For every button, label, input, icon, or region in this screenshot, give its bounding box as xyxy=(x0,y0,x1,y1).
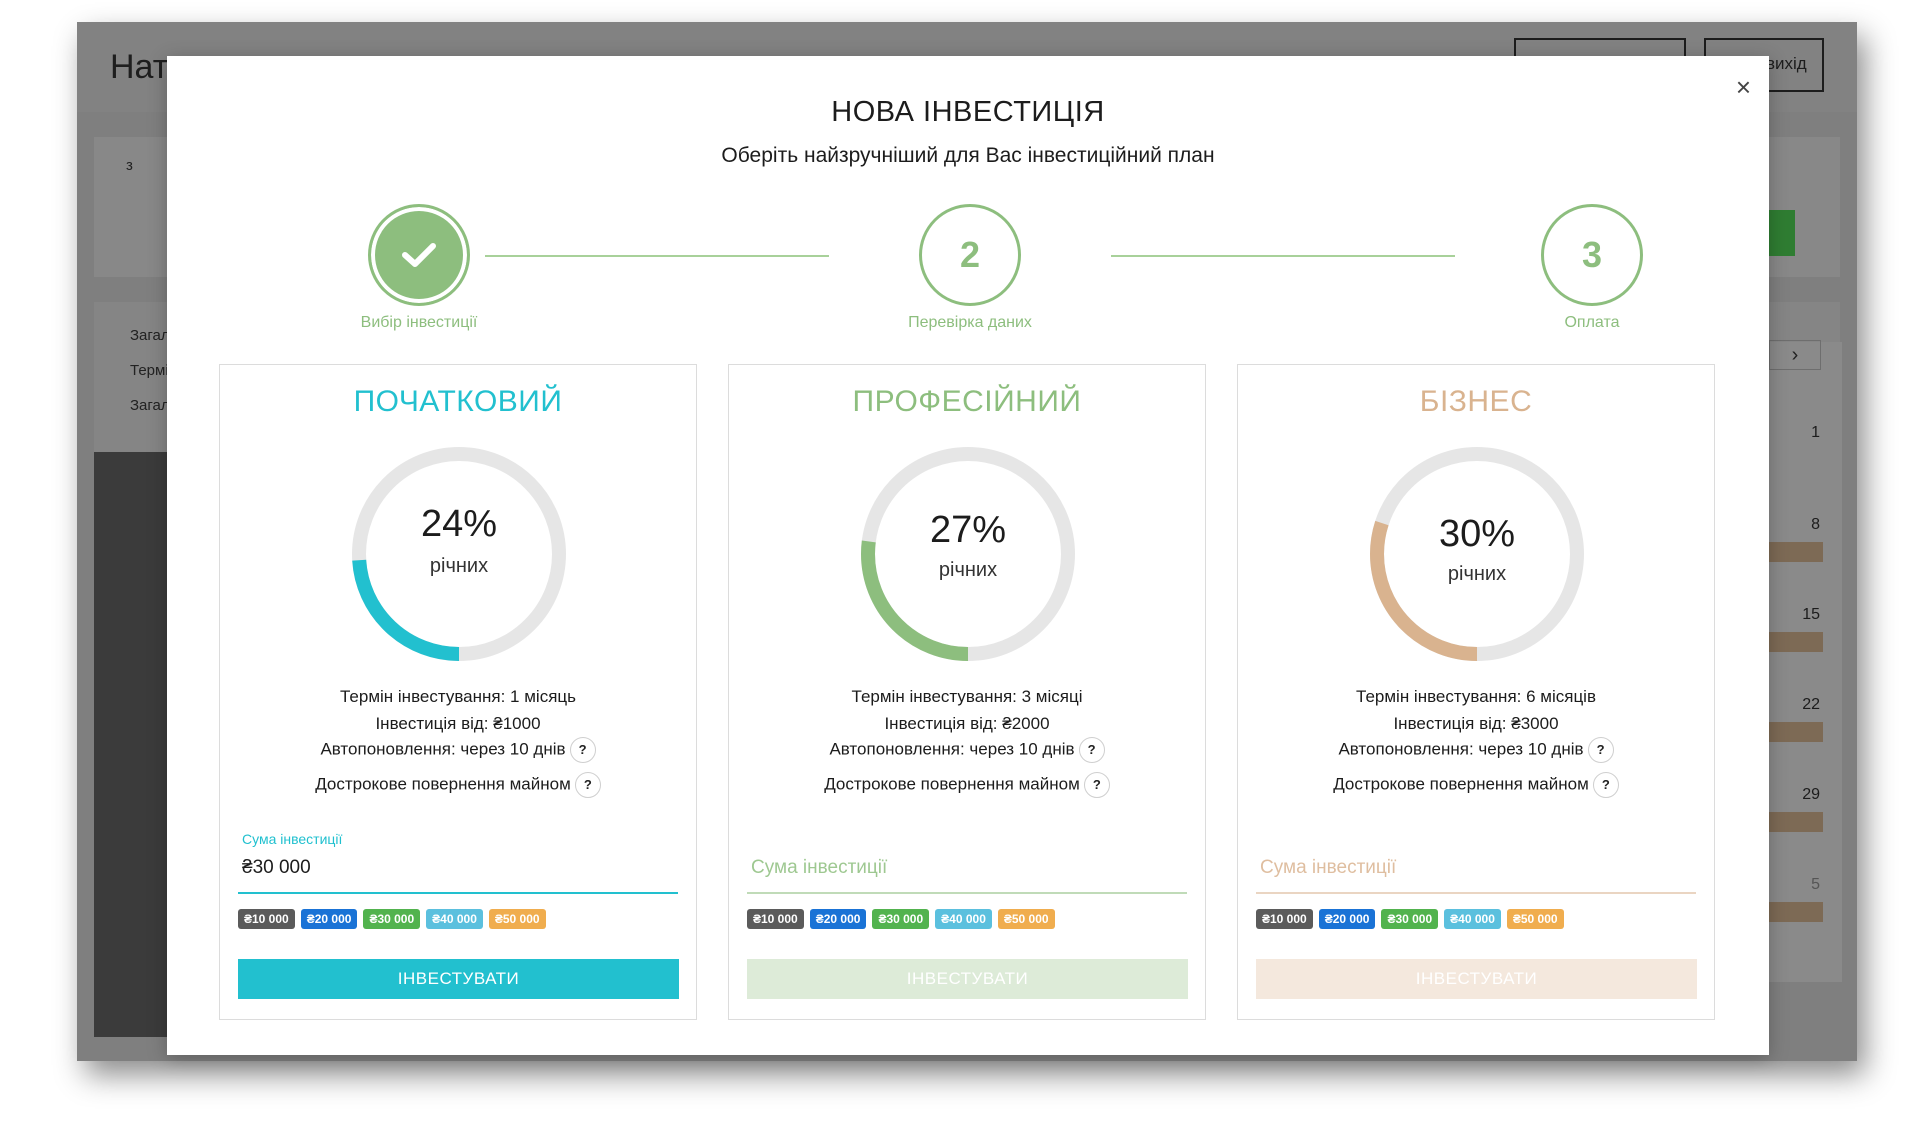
calendar-day: 29 xyxy=(1802,786,1820,803)
step-connector xyxy=(485,255,829,257)
preset-chip[interactable]: ₴50 000 xyxy=(488,909,546,929)
plan-auto-text: Автопоновлення: через 10 днів xyxy=(1338,739,1584,759)
plan-term: Термін інвестування: 3 місяці xyxy=(851,687,1083,706)
plan-min: Інвестиція від: ₴2000 xyxy=(884,714,1050,733)
plan-auto: Автопоновлення: через 10 днів? xyxy=(729,737,1205,763)
step-1: Вибір інвестиції xyxy=(339,204,499,332)
calendar-day: 1 xyxy=(1811,424,1820,441)
calendar-column: 1 8 15 22 29 5 xyxy=(1767,342,1842,982)
plan-title: ПОЧАТКОВИЙ xyxy=(353,385,563,418)
calendar-bar xyxy=(1767,722,1823,742)
rate-donut xyxy=(352,447,566,661)
preset-chip[interactable]: ₴40 000 xyxy=(426,909,483,929)
amount-input[interactable]: Сума інвестиції xyxy=(1260,857,1396,879)
plan-card-professional: ПРОФЕСІЙНИЙ 27% річних Термін інвестуван… xyxy=(728,364,1206,1020)
rate-unit: річних xyxy=(429,555,489,577)
checkmark-icon xyxy=(368,204,470,306)
preset-chip[interactable]: ₴20 000 xyxy=(809,909,867,929)
calendar-day: 5 xyxy=(1811,876,1820,893)
rate-percent: 27% xyxy=(929,509,1007,551)
step-connector xyxy=(1111,255,1455,257)
modal-title: НОВА ІНВЕСТИЦІЯ xyxy=(831,96,1105,128)
plan-early: Дострокове повернення майном? xyxy=(729,772,1205,798)
help-icon[interactable]: ? xyxy=(1587,737,1614,763)
calendar-bar xyxy=(1767,632,1823,652)
rate-ring: 24% річних xyxy=(348,443,570,665)
preset-chip[interactable]: ₴20 000 xyxy=(1318,909,1376,929)
calendar-bar xyxy=(1767,902,1823,922)
rate-ring: 30% річних xyxy=(1366,443,1588,665)
plan-early-text: Дострокове повернення майном xyxy=(1333,774,1589,794)
chevron-right-icon[interactable]: › xyxy=(1769,340,1821,370)
plan-auto-text: Автопоновлення: через 10 днів xyxy=(829,739,1075,759)
plan-auto: Автопоновлення: через 10 днів? xyxy=(1238,737,1714,763)
rate-ring: 27% річних xyxy=(857,443,1079,665)
calendar-bar xyxy=(1767,812,1823,832)
step-3: 3 Оплата xyxy=(1512,204,1672,332)
rate-unit: річних xyxy=(938,559,998,581)
preset-chip[interactable]: ₴40 000 xyxy=(935,909,992,929)
plan-min: Інвестиція від: ₴1000 xyxy=(375,714,541,733)
help-icon[interactable]: ? xyxy=(1592,772,1619,798)
calendar-day: 22 xyxy=(1802,696,1820,713)
preset-chip[interactable]: ₴10 000 xyxy=(238,909,295,929)
preset-chip[interactable]: ₴40 000 xyxy=(1444,909,1501,929)
preset-chip[interactable]: ₴50 000 xyxy=(1506,909,1564,929)
plan-term: Термін інвестування: 6 місяців xyxy=(1356,687,1596,706)
amount-input[interactable]: Сума інвестиції xyxy=(751,857,887,879)
plan-auto-text: Автопоновлення: через 10 днів xyxy=(320,739,566,759)
plan-early: Дострокове повернення майном? xyxy=(220,772,696,798)
step-number: 2 xyxy=(919,204,1021,306)
preset-chip[interactable]: ₴10 000 xyxy=(747,909,804,929)
calendar-day: 15 xyxy=(1802,606,1820,623)
modal-subtitle: Оберіть найзручніший для Вас інвестиційн… xyxy=(721,144,1215,167)
amount-presets: ₴10 000 ₴20 000 ₴30 000 ₴40 000 ₴50 000 xyxy=(1256,909,1564,929)
help-icon[interactable]: ? xyxy=(1078,737,1105,763)
plan-term: Термін інвестування: 1 місяць xyxy=(339,687,577,706)
preset-chip[interactable]: ₴20 000 xyxy=(300,909,358,929)
step-number: 3 xyxy=(1541,204,1643,306)
step-label: Оплата xyxy=(1564,314,1620,331)
amount-underline xyxy=(1256,892,1696,894)
preset-chip[interactable]: ₴30 000 xyxy=(872,909,930,929)
rate-unit: річних xyxy=(1447,563,1507,585)
plan-title: БІЗНЕС xyxy=(1419,385,1533,418)
amount-underline xyxy=(238,892,678,894)
rate-percent: 24% xyxy=(420,503,498,545)
amount-presets: ₴10 000 ₴20 000 ₴30 000 ₴40 000 ₴50 000 xyxy=(747,909,1055,929)
amount-input[interactable]: ₴30 000 xyxy=(242,857,311,879)
amount-presets: ₴10 000 ₴20 000 ₴30 000 ₴40 000 ₴50 000 xyxy=(238,909,546,929)
help-icon[interactable]: ? xyxy=(569,737,596,763)
plan-early-text: Дострокове повернення майном xyxy=(824,774,1080,794)
plan-early-text: Дострокове повернення майном xyxy=(315,774,571,794)
invest-button[interactable]: ІНВЕСТУВАТИ xyxy=(747,959,1188,999)
new-investment-modal: × НОВА ІНВЕСТИЦІЯ Оберіть найзручніший д… xyxy=(167,56,1769,1055)
preset-chip[interactable]: ₴30 000 xyxy=(363,909,421,929)
preset-chip[interactable]: ₴10 000 xyxy=(1256,909,1313,929)
rate-percent: 30% xyxy=(1438,513,1516,555)
preset-chip[interactable]: ₴50 000 xyxy=(997,909,1055,929)
plan-auto: Автопоновлення: через 10 днів? xyxy=(220,737,696,763)
plan-card-business: БІЗНЕС 30% річних Термін інвестування: 6… xyxy=(1237,364,1715,1020)
plan-early: Дострокове повернення майном? xyxy=(1238,772,1714,798)
plan-title: ПРОФЕСІЙНИЙ xyxy=(852,385,1082,418)
calendar-bar xyxy=(1767,542,1823,562)
step-2: 2 Перевірка даних xyxy=(890,204,1050,332)
app-title: Нат xyxy=(110,48,169,86)
step-label: Вибір інвестиції xyxy=(360,314,478,331)
plan-card-starter: ПОЧАТКОВИЙ 24% річних Термін інвестуванн… xyxy=(219,364,697,1020)
help-icon[interactable]: ? xyxy=(574,772,601,798)
panel-label: з xyxy=(126,157,133,174)
help-icon[interactable]: ? xyxy=(1083,772,1110,798)
amount-label: Сума інвестиції xyxy=(242,831,343,847)
invest-button[interactable]: ІНВЕСТУВАТИ xyxy=(238,959,679,999)
calendar-day: 8 xyxy=(1811,516,1820,533)
amount-underline xyxy=(747,892,1187,894)
step-label: Перевірка даних xyxy=(908,314,1032,331)
rate-donut xyxy=(861,447,1075,661)
preset-chip[interactable]: ₴30 000 xyxy=(1381,909,1439,929)
plan-min: Інвестиція від: ₴3000 xyxy=(1393,714,1559,733)
invest-button[interactable]: ІНВЕСТУВАТИ xyxy=(1256,959,1697,999)
